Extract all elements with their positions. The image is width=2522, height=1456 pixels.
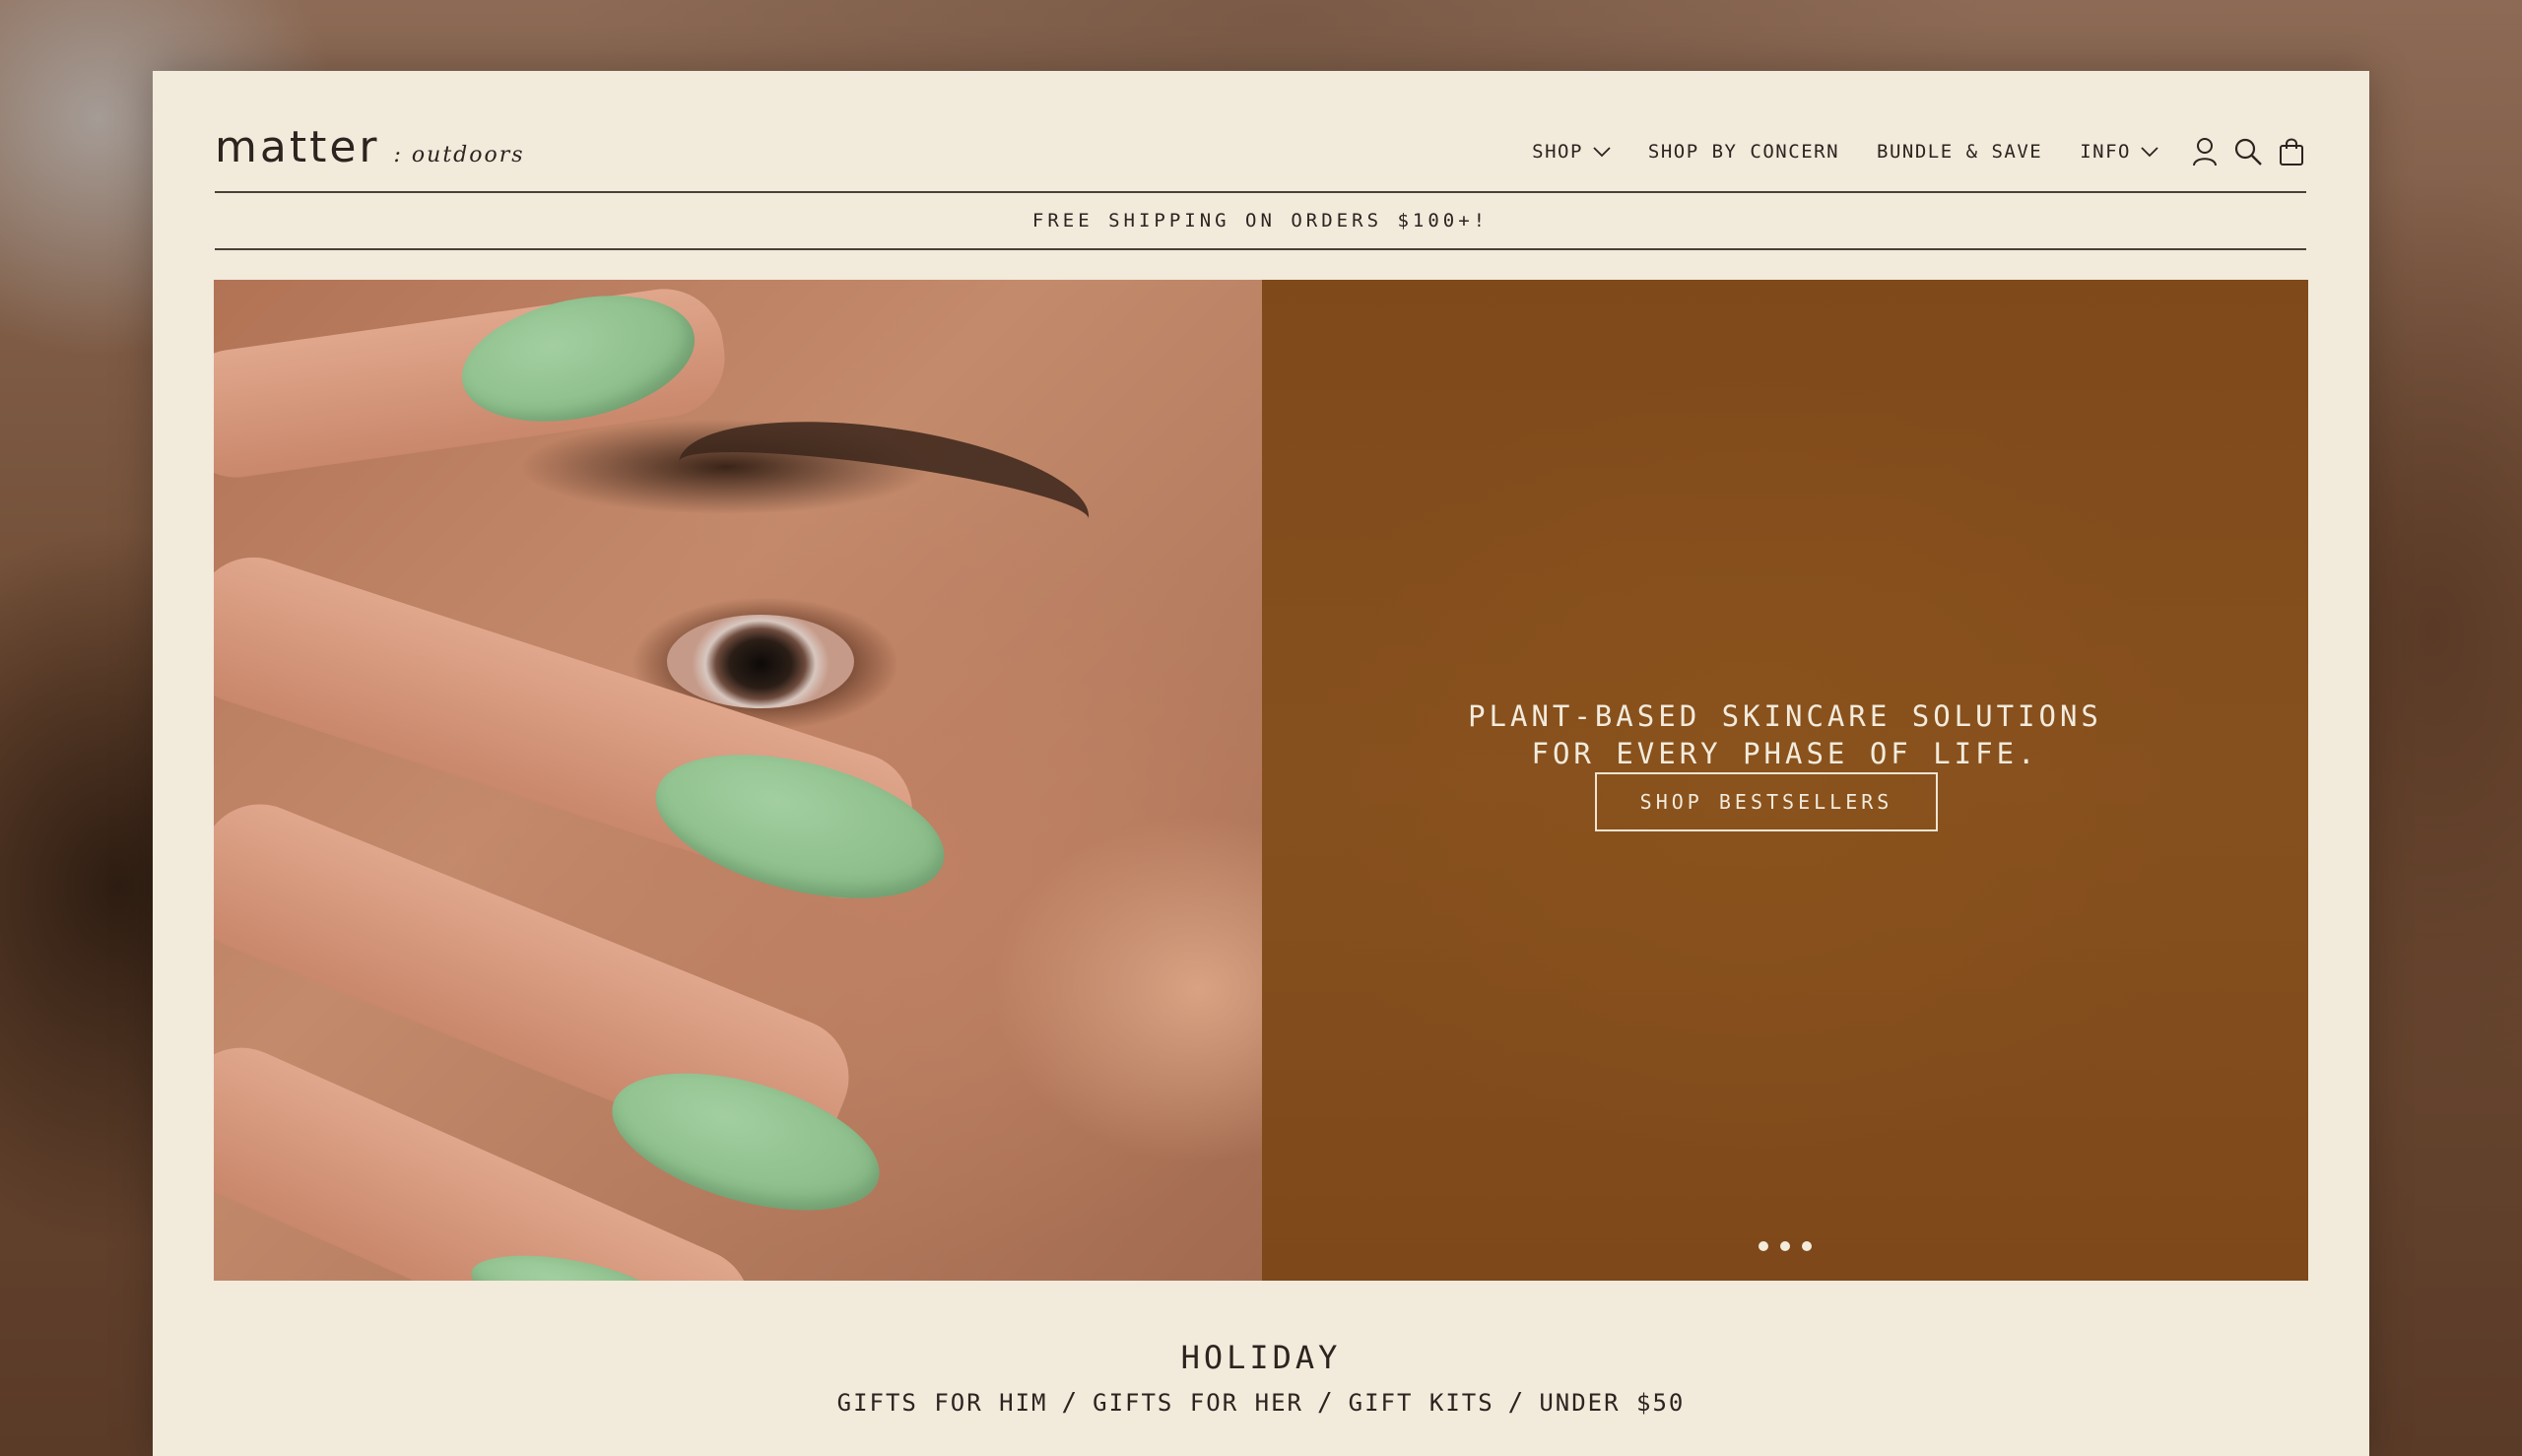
page-card: matter : outdoors SHOP SHOP BY CONCERN B… — [153, 71, 2369, 1456]
link-gift-kits[interactable]: GIFT KITS — [1349, 1389, 1494, 1417]
link-separator: / — [1316, 1388, 1335, 1418]
link-separator: / — [1507, 1388, 1526, 1418]
nav-shop-label: SHOP — [1532, 141, 1583, 163]
shop-bestsellers-button[interactable]: SHOP BESTSELLERS — [1595, 772, 1938, 831]
nav-shop-by-concern-label: SHOP BY CONCERN — [1647, 141, 1840, 163]
slider-dots — [1262, 1241, 2308, 1251]
brand-logo[interactable]: matter : outdoors — [215, 122, 525, 172]
chevron-down-icon — [1593, 147, 1611, 158]
hero-image — [214, 280, 1262, 1281]
hero-panel: PLANT-BASED SKINCARE SOLUTIONS FOR EVERY… — [1262, 280, 2308, 1281]
account-icon[interactable] — [2190, 136, 2220, 167]
link-separator: / — [1061, 1388, 1080, 1418]
link-under-50[interactable]: UNDER $50 — [1539, 1389, 1685, 1417]
nav-shop-by-concern[interactable]: SHOP BY CONCERN — [1648, 141, 1839, 163]
site-header: matter : outdoors SHOP SHOP BY CONCERN B… — [215, 71, 2306, 193]
link-gifts-for-him[interactable]: GIFTS FOR HIM — [837, 1389, 1048, 1417]
slider-dot[interactable] — [1780, 1241, 1790, 1251]
nav-info[interactable]: INFO — [2080, 141, 2158, 163]
nav-info-label: INFO — [2080, 141, 2131, 163]
slider-dot[interactable] — [1802, 1241, 1812, 1251]
hero-image-eye — [667, 615, 854, 708]
hero-image-brow — [670, 399, 1097, 582]
holiday-heading: HOLIDAY — [1180, 1339, 1342, 1376]
brand-subtitle: : outdoors — [393, 143, 525, 167]
link-gifts-for-her[interactable]: GIFTS FOR HER — [1093, 1389, 1303, 1417]
slider-dot[interactable] — [1759, 1241, 1768, 1251]
announcement-bar: FREE SHIPPING ON ORDERS $100+! — [215, 193, 2306, 250]
nav-bundle-save-label: BUNDLE & SAVE — [1877, 141, 2043, 163]
nav-bundle-save[interactable]: BUNDLE & SAVE — [1877, 141, 2042, 163]
chevron-down-icon — [2141, 147, 2158, 158]
hero-slider: PLANT-BASED SKINCARE SOLUTIONS FOR EVERY… — [214, 280, 2308, 1281]
brand-name: matter — [215, 122, 380, 172]
hero-headline-line2: FOR EVERY PHASE OF LIFE. — [1531, 737, 2039, 770]
holiday-links: GIFTS FOR HIM / GIFTS FOR HER / GIFT KIT… — [153, 1388, 2369, 1418]
announcement-text: FREE SHIPPING ON ORDERS $100+! — [1031, 210, 1490, 232]
main-nav: SHOP SHOP BY CONCERN BUNDLE & SAVE INFO — [1532, 136, 2306, 167]
search-icon[interactable] — [2233, 136, 2263, 167]
nav-icons — [2190, 136, 2306, 167]
hero-headline: PLANT-BASED SKINCARE SOLUTIONS FOR EVERY… — [1262, 697, 2308, 772]
hero-headline-line1: PLANT-BASED SKINCARE SOLUTIONS — [1468, 699, 2102, 733]
cart-icon[interactable] — [2277, 136, 2306, 167]
nav-shop[interactable]: SHOP — [1532, 141, 1611, 163]
